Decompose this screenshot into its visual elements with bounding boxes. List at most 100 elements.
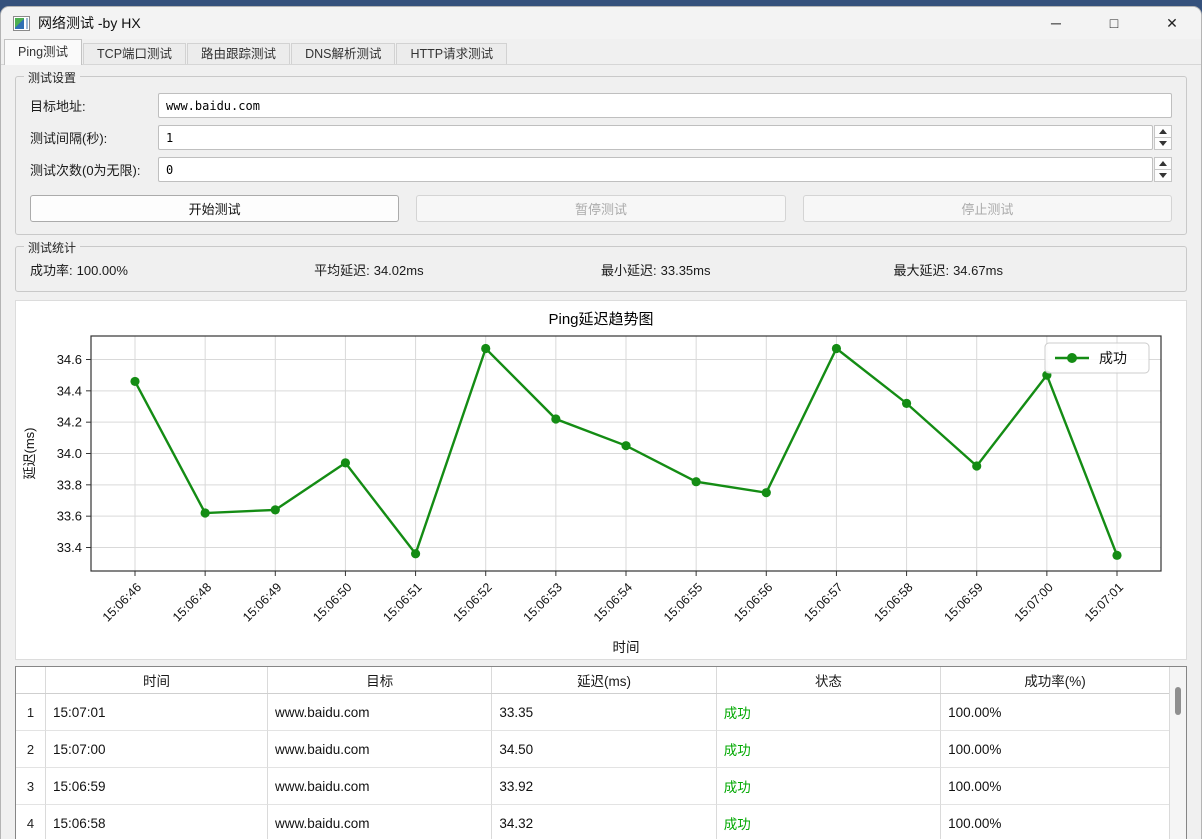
table-row[interactable]: 1 15:07:01 www.baidu.com 33.35 成功 100.00%	[16, 694, 1169, 731]
col-header-1: 目标	[268, 667, 493, 693]
svg-text:15:06:46: 15:06:46	[100, 580, 144, 624]
col-header-0: 时间	[46, 667, 269, 693]
cell-time: 15:07:01	[46, 694, 269, 731]
stat-value-0: 100.00%	[76, 263, 128, 278]
close-button[interactable]: ✕	[1143, 7, 1201, 39]
svg-text:15:06:58: 15:06:58	[871, 580, 915, 624]
settings-buttons-row: 开始测试 暂停测试 停止测试	[30, 195, 1172, 222]
svg-text:34.4: 34.4	[57, 383, 82, 398]
svg-text:34.0: 34.0	[57, 446, 82, 461]
chart-axis-ticks: 33.4 33.6 33.8 34.0 34.2 34.4 34.6 15:06:46 15:0…	[57, 352, 1126, 625]
field-input-2[interactable]	[158, 157, 1153, 182]
table-row[interactable]: 2 15:07:00 www.baidu.com 34.50 成功 100.00%	[16, 731, 1169, 768]
cell-success-rate: 100.00%	[941, 731, 1169, 768]
field-input-0[interactable]	[158, 93, 1172, 118]
field-row-2: 测试次数(0为无限):	[30, 157, 1172, 182]
tab-3[interactable]: DNS解析测试	[291, 43, 396, 64]
spin-down-icon	[1159, 141, 1167, 146]
svg-text:15:06:52: 15:06:52	[451, 580, 495, 624]
stats-group-label: 测试统计	[24, 239, 81, 256]
field-label-0: 目标地址:	[30, 99, 86, 114]
stop-test-button: 停止测试	[802, 195, 1172, 222]
table-row[interactable]: 3 15:06:59 www.baidu.com 33.92 成功 100.00%	[16, 768, 1169, 805]
svg-text:15:06:51: 15:06:51	[380, 580, 424, 624]
svg-text:33.4: 33.4	[57, 540, 82, 555]
stat-value-1: 34.02ms	[373, 263, 424, 278]
cell-status: 成功	[717, 805, 942, 839]
pause-test-button: 暂停测试	[416, 195, 786, 222]
cell-target: www.baidu.com	[268, 731, 493, 768]
spin-up-button[interactable]	[1154, 157, 1172, 170]
chart-panel: Ping延迟趋势图 33.4 33.6 33.8 34.0 34.2 34.4 34.6 15…	[15, 300, 1187, 660]
cell-time: 15:06:58	[46, 805, 269, 839]
field-label-1: 测试间隔(秒):	[30, 131, 108, 146]
title-bar: 网络测试 -by HX ─ □ ✕	[1, 7, 1201, 39]
stat-item-3: 最大延迟: 34.67ms	[893, 260, 1172, 279]
app-window: 网络测试 -by HX ─ □ ✕ Ping测试 TCP端口测试 路由跟踪测试 DNS…	[0, 6, 1202, 839]
stat-item-1: 平均延迟: 34.02ms	[314, 260, 601, 279]
tab-2[interactable]: 路由跟踪测试	[187, 43, 291, 64]
chart-legend: 成功	[1044, 342, 1150, 374]
results-table-panel: 时间 目标 延迟(ms) 状态 成功率(%) 1 15:07:01 www.baidu.co…	[15, 666, 1187, 839]
field-row-1: 测试间隔(秒):	[30, 125, 1172, 150]
stat-label-2: 最小延迟:	[601, 263, 657, 278]
cell-target: www.baidu.com	[268, 805, 493, 839]
cell-latency: 33.92	[492, 768, 717, 805]
cell-status: 成功	[716, 731, 942, 768]
table-scrollbar-thumb[interactable]	[1175, 687, 1181, 715]
svg-text:15:06:56: 15:06:56	[731, 580, 775, 624]
ping-latency-chart: 33.4 33.6 33.8 34.0 34.2 34.4 34.6 15:06:46 15:0…	[16, 329, 1186, 664]
table-row[interactable]: 4 15:06:58 www.baidu.com 34.32 成功 100.00%	[16, 805, 1169, 839]
svg-text:15:06:49: 15:06:49	[240, 580, 284, 624]
cell-time: 15:07:00	[46, 731, 269, 768]
col-index-header	[16, 667, 46, 693]
stat-item-0: 成功率: 100.00%	[30, 260, 314, 279]
cell-status: 成功	[716, 768, 942, 805]
test-settings-group: 测试设置 目标地址: 测试间隔(秒): 测试次数(0为无限): 开始测试暂停测试停止…	[15, 69, 1187, 235]
results-table: 时间 目标 延迟(ms) 状态 成功率(%) 1 15:07:01 www.baidu.co…	[16, 667, 1169, 839]
x-axis-label: 时间	[613, 640, 640, 655]
stat-label-0: 成功率:	[30, 263, 73, 278]
row-index: 1	[16, 694, 46, 731]
tab-1[interactable]: TCP端口测试	[83, 43, 187, 64]
cell-status: 成功	[716, 694, 942, 731]
spin-down-button[interactable]	[1154, 138, 1172, 150]
spinner-1	[1154, 125, 1172, 150]
cell-target: www.baidu.com	[268, 694, 493, 731]
cell-latency: 33.35	[492, 694, 717, 731]
minimize-button[interactable]: ─	[1027, 7, 1085, 39]
cell-latency: 34.32	[492, 805, 717, 839]
settings-group-label: 测试设置	[24, 69, 81, 86]
settings-fields: 目标地址: 测试间隔(秒): 测试次数(0为无限):	[30, 93, 1172, 182]
stat-item-2: 最小延迟: 33.35ms	[601, 260, 893, 279]
svg-text:33.8: 33.8	[57, 477, 82, 492]
svg-text:15:07:00: 15:07:00	[1012, 580, 1056, 624]
cell-time: 15:06:59	[46, 768, 269, 805]
tab-0[interactable]: Ping测试	[4, 39, 83, 65]
cell-success-rate: 100.00%	[941, 694, 1169, 731]
col-header-3: 状态	[717, 667, 942, 693]
field-row-0: 目标地址:	[30, 93, 1172, 118]
spin-up-button[interactable]	[1154, 125, 1172, 138]
y-axis-label: 延迟(ms)	[22, 428, 37, 480]
svg-text:15:07:01: 15:07:01	[1082, 580, 1126, 624]
tab-4[interactable]: HTTP请求测试	[396, 43, 508, 64]
col-header-2: 延迟(ms)	[492, 667, 717, 693]
svg-text:15:06:55: 15:06:55	[661, 580, 705, 624]
spin-up-icon	[1159, 129, 1167, 134]
spin-down-button[interactable]	[1154, 170, 1172, 182]
svg-text:34.2: 34.2	[57, 415, 82, 430]
maximize-button[interactable]: □	[1085, 7, 1143, 39]
table-vertical-scrollbar[interactable]	[1169, 667, 1186, 839]
start-test-button[interactable]: 开始测试	[30, 195, 400, 222]
svg-text:成功: 成功	[1099, 350, 1127, 366]
stats-grid: 成功率: 100.00% 平均延迟: 34.02ms 最小延迟: 33.35ms 最大延迟:…	[30, 260, 1172, 282]
row-index: 2	[16, 731, 46, 768]
svg-text:15:06:48: 15:06:48	[170, 580, 214, 624]
window-title: 网络测试 -by HX	[38, 15, 141, 31]
app-icon	[13, 15, 30, 31]
row-index: 4	[16, 805, 46, 839]
svg-text:15:06:54: 15:06:54	[591, 580, 635, 624]
svg-text:33.6: 33.6	[57, 509, 82, 524]
field-input-1[interactable]	[158, 125, 1153, 150]
